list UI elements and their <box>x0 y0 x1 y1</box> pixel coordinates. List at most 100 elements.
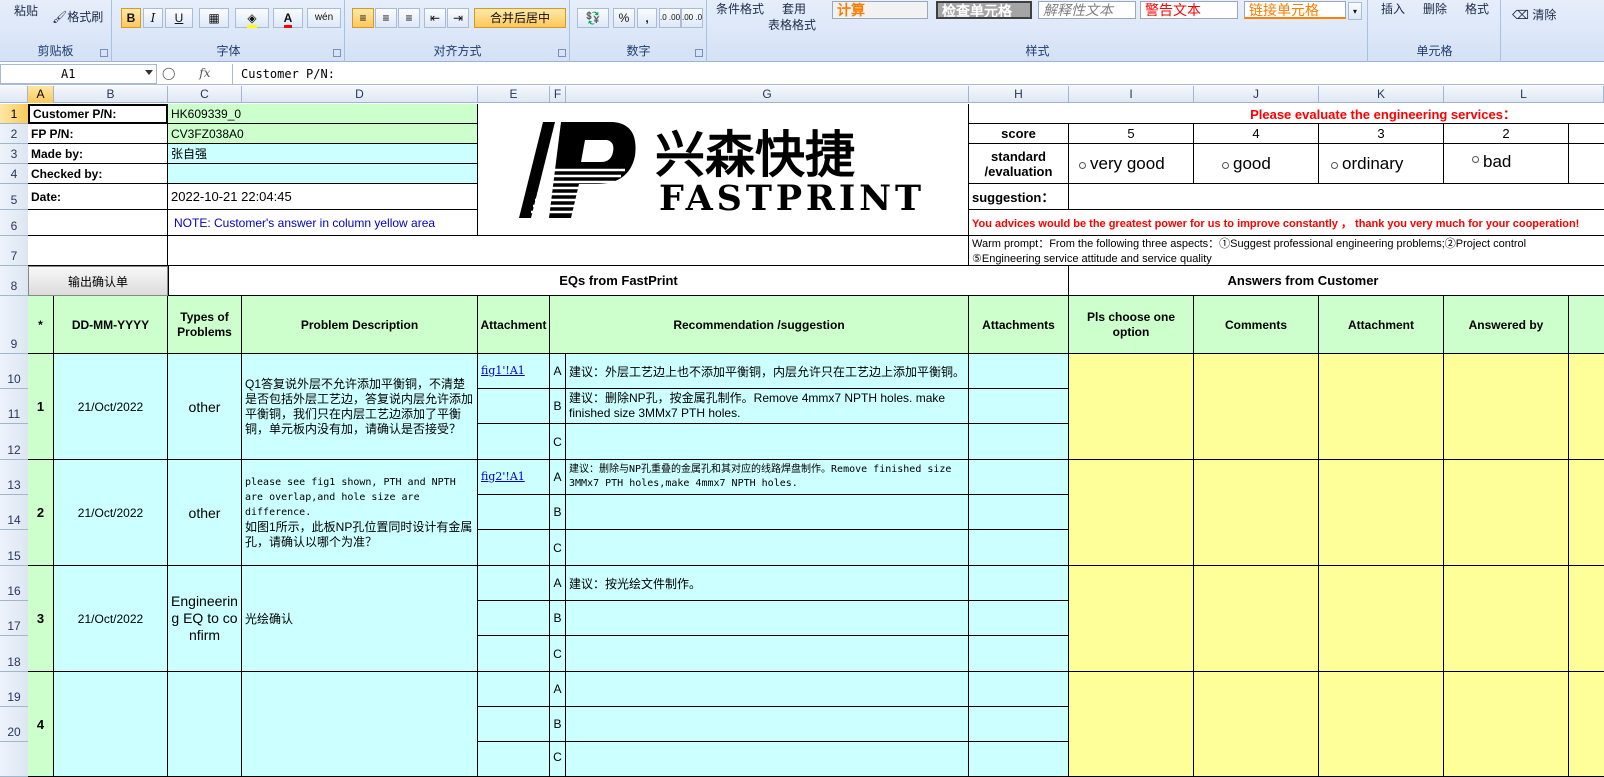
eq4-option-b-text[interactable] <box>566 707 969 742</box>
eq1-answer-comments[interactable] <box>1194 354 1319 460</box>
radio-very-good-icon[interactable] <box>1079 162 1086 169</box>
eq3-attachments-b[interactable] <box>969 601 1069 636</box>
cell-a4-checked-by-label[interactable]: Checked by: <box>28 164 168 184</box>
eq2-attachments-a[interactable] <box>969 460 1069 495</box>
eq4-attachments-a[interactable] <box>969 672 1069 707</box>
eq2-attachment-link-text[interactable]: fig2'!A1 <box>481 470 525 483</box>
eq1-option-a-text[interactable]: 建议：外层工艺边上也不添加平衡铜，内层允许只在工艺边上添加平衡铜。 <box>566 354 969 389</box>
eq2-option-a-text[interactable]: 建议：删除与NP孔重叠的金属孔和其对应的线路焊盘制作。Remove finish… <box>566 460 969 495</box>
eq1-option-b-text[interactable]: 建议：删除NP孔，按金属孔制作。Remove 4mmx7 NPTH holes.… <box>566 389 969 424</box>
eq3-answer-option[interactable] <box>1069 566 1194 672</box>
eq4-type[interactable] <box>168 672 242 777</box>
eq2-attachment-link[interactable]: fig2'!A1 <box>478 460 550 495</box>
eq3-option-a-text[interactable]: 建议：按光绘文件制作。 <box>566 566 969 601</box>
radio-good-icon[interactable] <box>1222 162 1229 169</box>
eq2-attachments-b[interactable] <box>969 495 1069 530</box>
cell-c7[interactable] <box>168 236 969 266</box>
eq1-number[interactable]: 1 <box>28 354 54 460</box>
eq2-option-b-text[interactable] <box>566 495 969 530</box>
eq1-date[interactable]: 21/Oct/2022 <box>54 354 168 460</box>
eq2-answer-attachment[interactable] <box>1319 460 1444 566</box>
eq3-extra[interactable] <box>1569 566 1604 672</box>
eq1-answer-option[interactable] <box>1069 354 1194 460</box>
option-good[interactable]: good <box>1194 144 1319 184</box>
eq4-answered-by[interactable] <box>1444 672 1569 777</box>
eq1-attachment-c[interactable] <box>478 424 550 460</box>
eq4-attachments-b[interactable] <box>969 707 1069 742</box>
eq1-attachment-b[interactable] <box>478 389 550 424</box>
eq2-attachment-c[interactable] <box>478 530 550 566</box>
eq4-number[interactable]: 4 <box>28 672 54 777</box>
eq1-type[interactable]: other <box>168 354 242 460</box>
eq2-answer-option[interactable] <box>1069 460 1194 566</box>
eq3-option-b-text[interactable] <box>566 601 969 636</box>
cell-c3-made-by[interactable]: 张自强 <box>168 144 478 164</box>
option-bad[interactable]: bad <box>1444 144 1569 184</box>
eq2-number[interactable]: 2 <box>28 460 54 566</box>
eq3-number[interactable]: 3 <box>28 566 54 672</box>
eq2-type[interactable]: other <box>168 460 242 566</box>
cell-a2-fp-pn-label[interactable]: FP P/N: <box>28 124 168 144</box>
eq4-option-a-text[interactable] <box>566 672 969 707</box>
eq4-answer-option[interactable] <box>1069 672 1194 777</box>
eq2-option-c-text[interactable] <box>566 530 969 566</box>
eq4-answer-comments[interactable] <box>1194 672 1319 777</box>
cell-a7[interactable] <box>28 236 168 266</box>
cell-c2-fp-pn[interactable]: CV3FZ038A0 <box>168 124 478 144</box>
eq4-attachment-c[interactable] <box>478 742 550 777</box>
option-very-good[interactable]: very good <box>1069 144 1194 184</box>
eq1-extra[interactable] <box>1569 354 1604 460</box>
eq4-option-c-text[interactable] <box>566 742 969 777</box>
eq4-attachment-b[interactable] <box>478 707 550 742</box>
eq1-attachments-c[interactable] <box>969 424 1069 460</box>
eq1-attachment-link-text[interactable]: fig1'!A1 <box>481 364 525 377</box>
radio-ordinary-icon[interactable] <box>1331 162 1338 169</box>
eq1-attachment-link[interactable]: fig1'!A1 <box>478 354 550 389</box>
cell-a6[interactable] <box>28 210 168 236</box>
cell-c6-note[interactable]: NOTE: Customer's answer in column yellow… <box>168 210 478 236</box>
eq4-answer-attachment[interactable] <box>1319 672 1444 777</box>
eq1-attachments-b[interactable] <box>969 389 1069 424</box>
eq1-description[interactable]: Q1答复说外层不允许添加平衡铜，不清楚是否包括外层工艺边，答复说内层允许添加平衡… <box>242 354 478 460</box>
eq3-attachments-c[interactable] <box>969 636 1069 672</box>
eq3-date[interactable]: 21/Oct/2022 <box>54 566 168 672</box>
cell-a3-made-by-label[interactable]: Made by: <box>28 144 168 164</box>
eq2-answer-comments[interactable] <box>1194 460 1319 566</box>
eq4-description[interactable] <box>242 672 478 777</box>
eq2-description-en: please see fig1 shown, PTH and NPTH are … <box>245 477 456 518</box>
radio-bad-icon[interactable] <box>1472 156 1479 163</box>
eq2-answered-by[interactable] <box>1444 460 1569 566</box>
eq1-option-c-text[interactable] <box>566 424 969 460</box>
eq2-attachments-c[interactable] <box>969 530 1069 566</box>
eq3-answered-by[interactable] <box>1444 566 1569 672</box>
cell-a1-customer-pn-label[interactable]: Customer P/N: <box>28 104 168 124</box>
eq3-attachments-a[interactable] <box>969 566 1069 601</box>
eq2-attachment-b[interactable] <box>478 495 550 530</box>
eq2-extra[interactable] <box>1569 460 1604 566</box>
eq3-type[interactable]: Engineering EQ to confirm <box>168 566 242 672</box>
eq1-answer-attachment[interactable] <box>1319 354 1444 460</box>
eq1-answered-by[interactable] <box>1444 354 1569 460</box>
eq4-date[interactable] <box>54 672 168 777</box>
eq2-date[interactable]: 21/Oct/2022 <box>54 460 168 566</box>
eq2-description[interactable]: please see fig1 shown, PTH and NPTH are … <box>242 460 478 566</box>
suggestion-input[interactable] <box>1069 184 1604 210</box>
eq3-answer-attachment[interactable] <box>1319 566 1444 672</box>
eq3-attachment-a[interactable] <box>478 566 550 601</box>
eq3-attachment-c[interactable] <box>478 636 550 672</box>
eq1-attachments-a[interactable] <box>969 354 1069 389</box>
cell-c5-date[interactable]: 2022-10-21 22:04:45 <box>168 184 478 210</box>
eq3-option-c-text[interactable] <box>566 636 969 672</box>
eq3-description[interactable]: 光绘确认 <box>242 566 478 672</box>
eq3-attachment-b[interactable] <box>478 601 550 636</box>
export-button[interactable]: 输出确认单 <box>28 266 168 296</box>
option-ordinary[interactable]: ordinary <box>1319 144 1444 184</box>
eq4-extra[interactable] <box>1569 672 1604 777</box>
cell-c4-checked-by[interactable] <box>168 164 478 184</box>
cell-c1-customer-pn[interactable]: HK609339_0 <box>168 104 478 124</box>
eq4-attachment-a[interactable] <box>478 672 550 707</box>
header-extra <box>1569 296 1604 354</box>
eq4-attachments-c[interactable] <box>969 742 1069 777</box>
eq3-answer-comments[interactable] <box>1194 566 1319 672</box>
cell-a5-date-label[interactable]: Date: <box>28 184 168 210</box>
